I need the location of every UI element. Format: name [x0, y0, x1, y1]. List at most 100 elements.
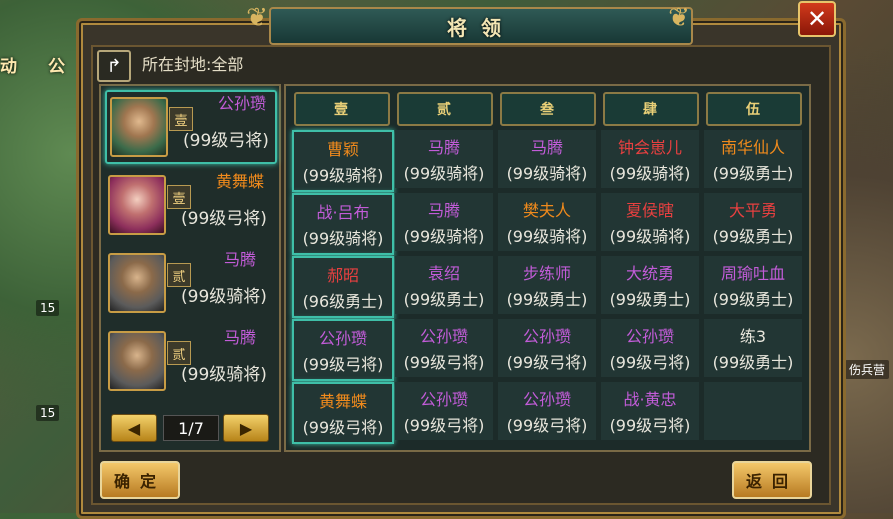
triangle-left-icon: ◀: [127, 418, 141, 438]
column-header[interactable]: 叁: [500, 92, 596, 126]
cell-hero-name: 公孙瓒: [522, 390, 571, 409]
cell-hero-name: 马腾: [530, 138, 563, 157]
cell-hero-name: 公孙瓒: [419, 327, 468, 346]
grid-cell[interactable]: 黄舞蝶 (99级弓将): [292, 382, 394, 444]
hero-avatar: [108, 253, 166, 313]
grid-cell[interactable]: 樊夫人 (99级骑将): [498, 193, 596, 251]
hero-list-item[interactable]: 贰 马腾 (99级骑将): [105, 326, 273, 396]
hero-level: (99级骑将): [181, 365, 267, 385]
grid-cell[interactable]: 练3 (99级勇士): [704, 319, 802, 377]
ornament-right-icon: ❦: [668, 3, 690, 33]
cell-hero-level: (99级骑将): [403, 164, 485, 183]
grid-cell[interactable]: 步练师 (99级勇士): [498, 256, 596, 314]
cell-hero-level: (99级骑将): [506, 164, 588, 183]
hero-name: 马腾: [223, 250, 256, 269]
cell-hero-level: (99级骑将): [302, 229, 384, 248]
hero-list-item[interactable]: 贰 马腾 (99级骑将): [105, 248, 273, 318]
cell-hero-level: (99级骑将): [609, 164, 691, 183]
grid-cell[interactable]: 南华仙人 (99级勇士): [704, 130, 802, 188]
confirm-button[interactable]: 确定: [100, 461, 180, 499]
close-x-icon: ✕: [806, 5, 828, 33]
cell-hero-name: 公孙瓒: [419, 390, 468, 409]
back-button[interactable]: 返回: [732, 461, 812, 499]
cell-hero-name: 马腾: [427, 201, 460, 220]
window-title: 将领: [447, 15, 515, 40]
cell-hero-level: (99级勇士): [403, 290, 485, 309]
hero-level: (99级骑将): [181, 287, 267, 307]
hero-list-pager: ◀ 1/7 ▶: [111, 414, 269, 442]
grid-cell[interactable]: 公孙瓒 (99级弓将): [395, 319, 493, 377]
grid-cell[interactable]: 马腾 (99级骑将): [498, 130, 596, 188]
cell-hero-level: (99级骑将): [403, 227, 485, 246]
cell-hero-name: 钟会崽儿: [617, 138, 682, 157]
column-header[interactable]: 伍: [706, 92, 802, 126]
cell-hero-level: (99级勇士): [712, 164, 794, 183]
column-header[interactable]: 肆: [603, 92, 699, 126]
prev-page-button[interactable]: ◀: [111, 414, 157, 442]
triangle-right-icon: ▶: [239, 418, 253, 438]
cell-hero-name: 公孙瓒: [522, 327, 571, 346]
cell-hero-level: (99级骑将): [302, 166, 384, 185]
grid-cell[interactable]: 夏侯瞎 (99级骑将): [601, 193, 699, 251]
background-level-tag: 15: [36, 300, 60, 316]
background-building-label: 伤兵营: [845, 360, 890, 379]
grid-cell[interactable]: 周瑜吐血 (99级勇士): [704, 256, 802, 314]
column-header[interactable]: 壹: [294, 92, 390, 126]
cell-hero-level: (99级勇士): [712, 227, 794, 246]
cell-hero-level: (99级弓将): [506, 353, 588, 372]
cell-hero-name: 练3: [739, 327, 767, 346]
grid-cell[interactable]: [704, 382, 802, 440]
cell-hero-level: (99级弓将): [302, 418, 384, 437]
cell-hero-level: (99级勇士): [506, 290, 588, 309]
grid-cell[interactable]: 马腾 (99级骑将): [395, 193, 493, 251]
grid-cell[interactable]: 大统勇 (99级勇士): [601, 256, 699, 314]
grid-cell[interactable]: 公孙瓒 (99级弓将): [601, 319, 699, 377]
hero-list-item[interactable]: 壹 公孙瓒 (99级弓将): [105, 90, 277, 164]
next-page-button[interactable]: ▶: [223, 414, 269, 442]
cell-hero-name: 战·吕布: [316, 203, 370, 222]
grid-cell[interactable]: 战·黄忠 (99级弓将): [601, 382, 699, 440]
grid-cell[interactable]: 公孙瓒 (99级弓将): [292, 319, 394, 381]
cell-hero-name: 战·黄忠: [623, 390, 677, 409]
cell-hero-name: 周瑜吐血: [720, 264, 785, 283]
hero-level: (99级弓将): [183, 131, 269, 151]
cell-hero-name: 曹颖: [326, 140, 359, 159]
grid-cell[interactable]: 公孙瓒 (99级弓将): [498, 382, 596, 440]
hero-list-item[interactable]: 壹 黄舞蝶 (99级弓将): [105, 170, 273, 240]
ornament-left-icon: ❦: [246, 3, 268, 33]
hero-name: 黄舞蝶: [215, 172, 264, 191]
grid-cell[interactable]: 公孙瓒 (99级弓将): [395, 382, 493, 440]
grid-cell[interactable]: 袁绍 (99级勇士): [395, 256, 493, 314]
hero-avatar: [108, 331, 166, 391]
grid-cell[interactable]: 曹颖 (99级骑将): [292, 130, 394, 192]
background-level-tag: 15: [36, 405, 60, 421]
cell-hero-level: (99级弓将): [609, 353, 691, 372]
grid-cell[interactable]: 钟会崽儿 (99级骑将): [601, 130, 699, 188]
cell-hero-level: (99级勇士): [609, 290, 691, 309]
cell-hero-name: 公孙瓒: [318, 329, 367, 348]
column-header[interactable]: 贰: [397, 92, 493, 126]
hero-level: (99级弓将): [181, 209, 267, 229]
grid-cell[interactable]: 郝昭 (96级勇士): [292, 256, 394, 318]
hero-name: 公孙瓒: [217, 94, 266, 113]
grid-cell[interactable]: 公孙瓒 (99级弓将): [498, 319, 596, 377]
cell-hero-level: (99级骑将): [506, 227, 588, 246]
cell-hero-name: 夏侯瞎: [625, 201, 674, 220]
close-button[interactable]: ✕: [798, 1, 836, 37]
background-event-label: 动 公: [0, 57, 65, 77]
cell-hero-name: 郝昭: [326, 266, 359, 285]
cell-hero-level: (96级勇士): [302, 292, 384, 311]
return-arrow-button[interactable]: ↱: [97, 50, 131, 82]
page-indicator: 1/7: [163, 415, 219, 441]
cell-hero-level: (99级勇士): [712, 290, 794, 309]
grid-cell[interactable]: 马腾 (99级骑将): [395, 130, 493, 188]
cell-hero-level: (99级弓将): [506, 416, 588, 435]
cell-hero-name: 袁绍: [427, 264, 460, 283]
cell-hero-name: 南华仙人: [720, 138, 785, 157]
cell-hero-level: (99级骑将): [609, 227, 691, 246]
fief-filter-label[interactable]: 所在封地:全部: [142, 51, 243, 75]
grid-cell[interactable]: 大平勇 (99级勇士): [704, 193, 802, 251]
cell-hero-level: (99级弓将): [302, 355, 384, 374]
hero-avatar: [110, 97, 168, 157]
grid-cell[interactable]: 战·吕布 (99级骑将): [292, 193, 394, 255]
